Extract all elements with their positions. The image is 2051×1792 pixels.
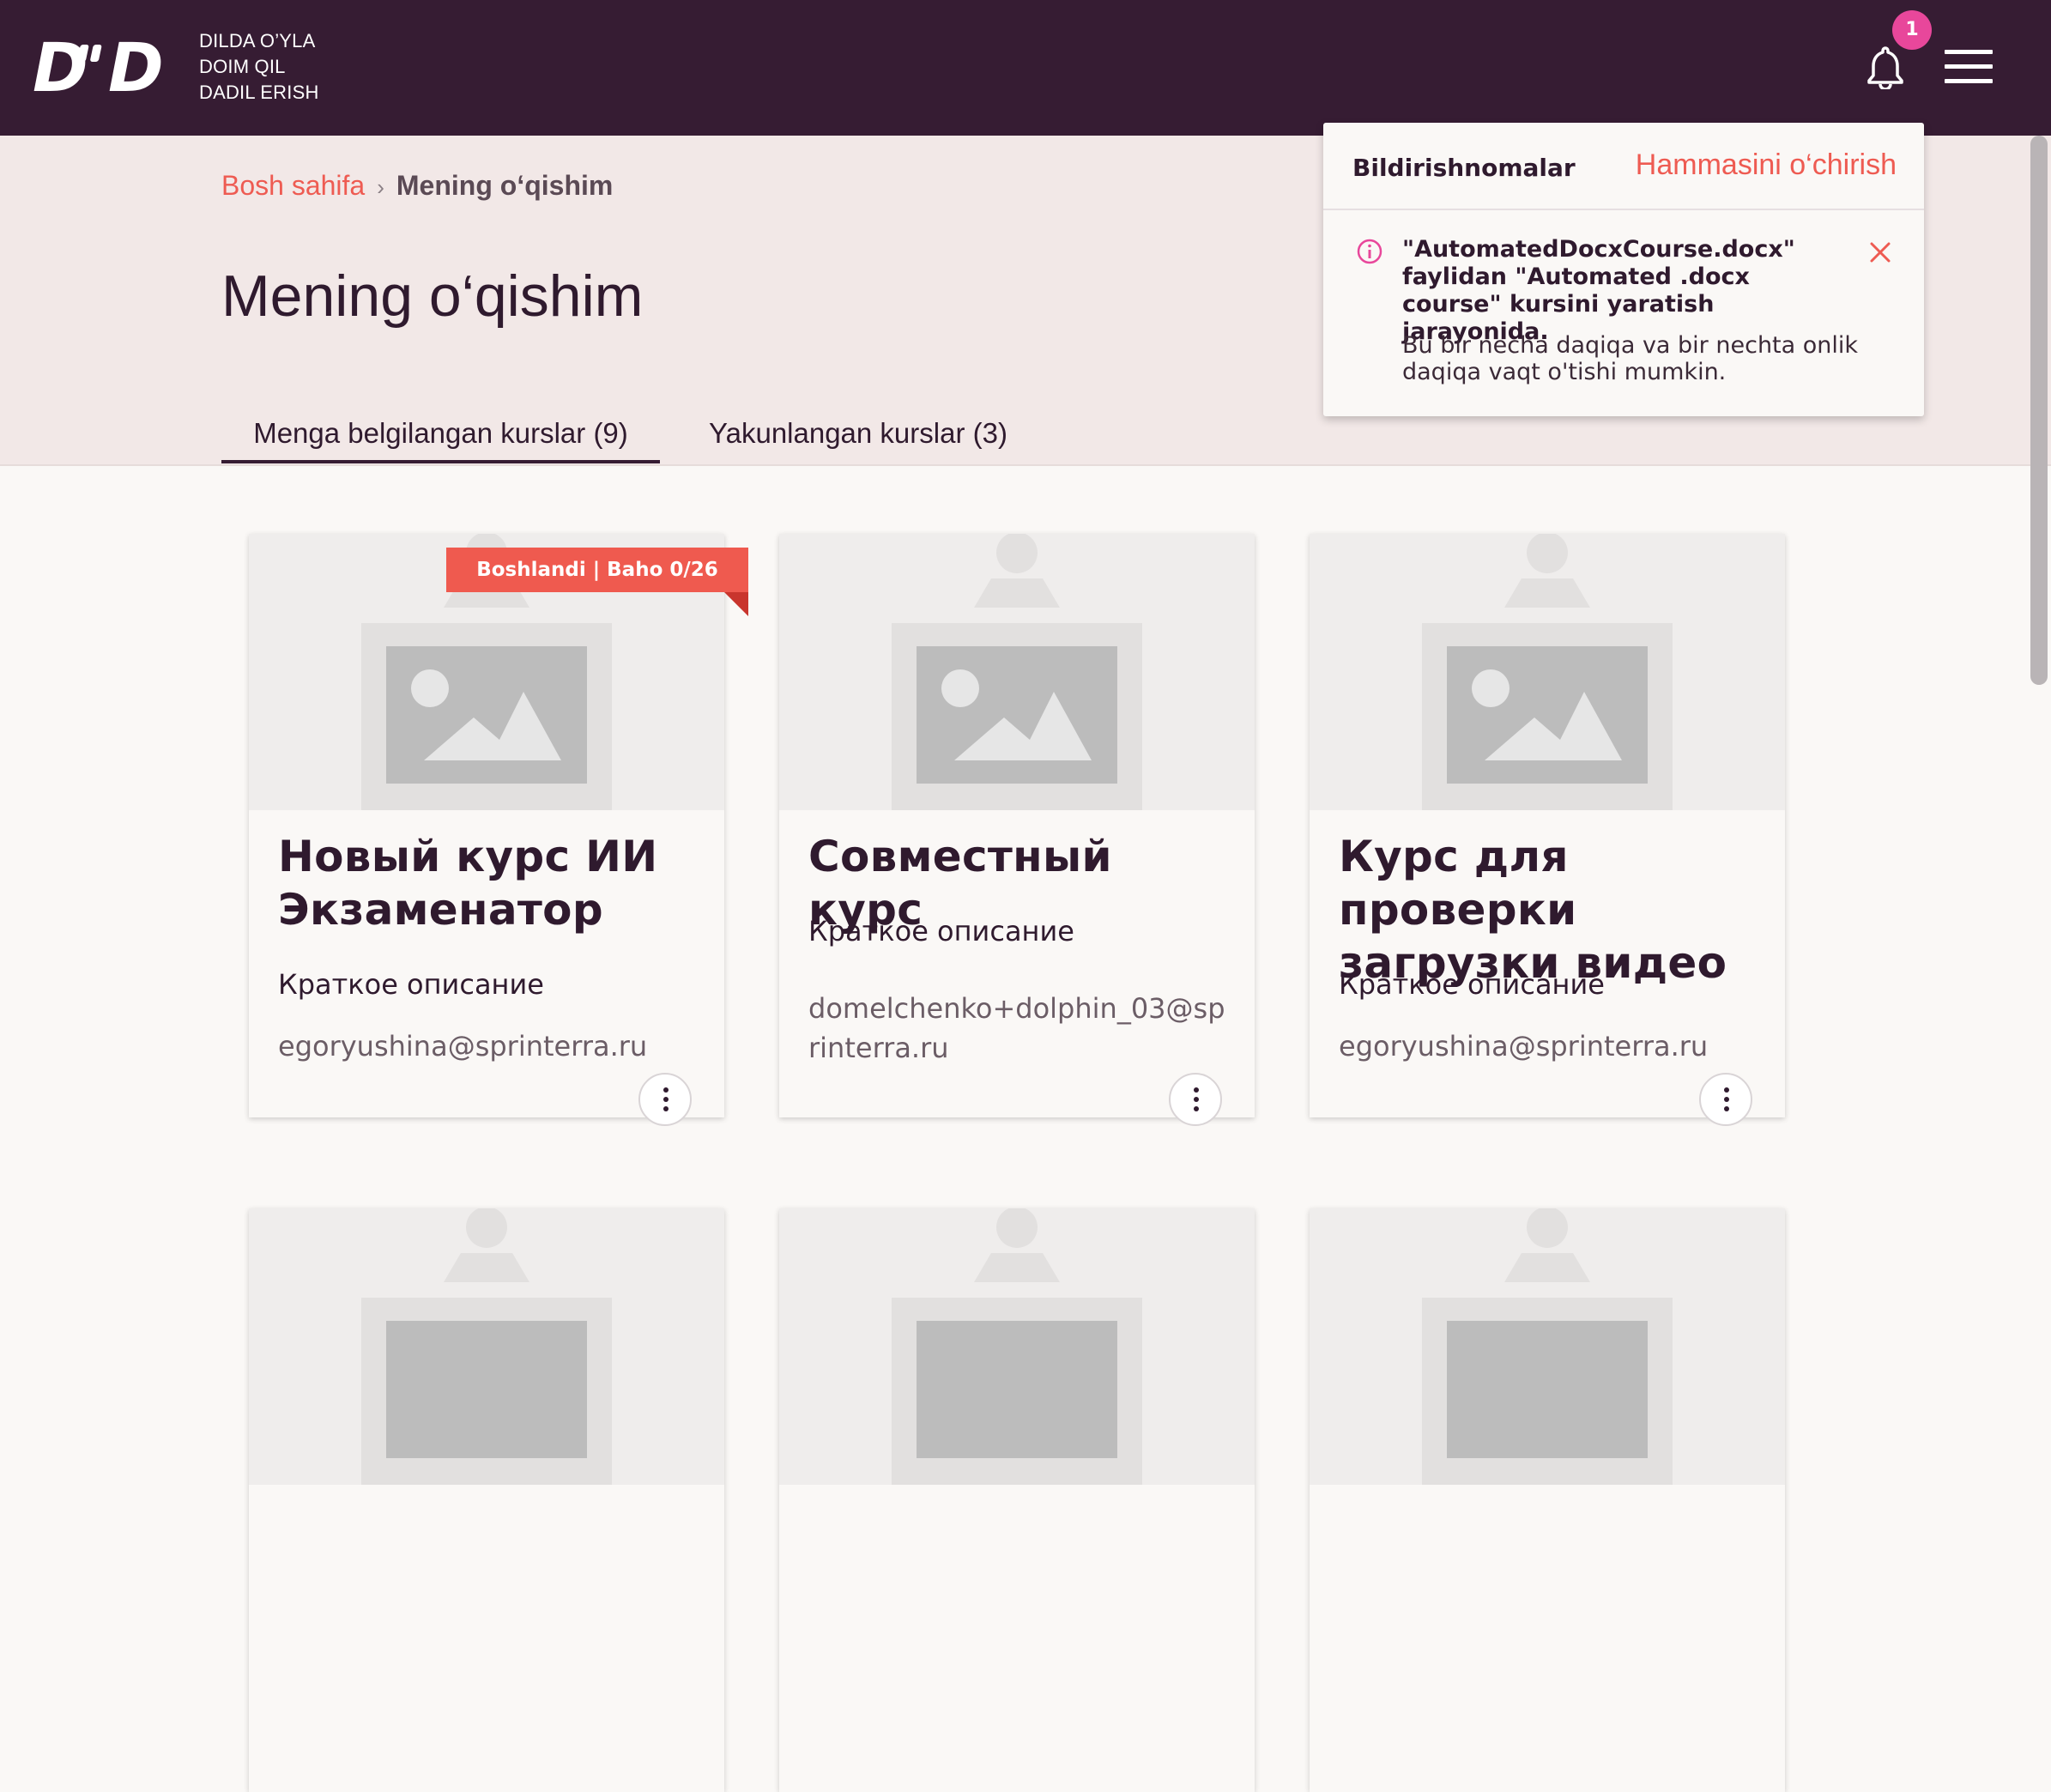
- course-more-options-button[interactable]: [638, 1073, 692, 1126]
- breadcrumb-home-link[interactable]: Bosh sahifa: [221, 170, 365, 201]
- course-status-badge: Boshlandi | Baho 0/26: [446, 548, 748, 592]
- logo-tagline: DILDA O’YLA DOIM QIL DADIL ERISH: [199, 28, 319, 106]
- course-card[interactable]: Совместный курс Краткое описание domelch…: [779, 534, 1255, 1126]
- dot: [663, 1097, 669, 1102]
- breadcrumb-separator-icon: ›: [377, 174, 384, 200]
- notification-count-badge: 1: [1892, 10, 1932, 50]
- course-card[interactable]: [249, 1208, 724, 1792]
- notification-message: "AutomatedDocxCourse.docx" faylidan "Aut…: [1402, 236, 1795, 345]
- notifications-header: Bildirishnomalar Hammasini o‘chirish: [1323, 123, 1924, 210]
- page-title: Mening o‘qishim: [221, 263, 644, 329]
- course-author: egoryushina@sprinterra.ru: [278, 1030, 648, 1062]
- clear-all-notifications-link[interactable]: Hammasini o‘chirish: [1636, 148, 1897, 182]
- course-image-placeholder: [779, 534, 1255, 810]
- course-title: Новый курс ИИ Экзаменатор: [278, 832, 658, 935]
- top-bar: D D DILDA O’YLA DOIM QIL DADIL ERISH 1: [0, 0, 2051, 136]
- course-image-placeholder: [1310, 534, 1785, 810]
- course-image-placeholder: [249, 1208, 724, 1485]
- svg-text:D: D: [33, 36, 86, 98]
- ribbon-fold: [724, 592, 748, 616]
- logo[interactable]: D D: [33, 36, 174, 98]
- course-author: domelchenko+dolphin_03@sprinterra.ru: [808, 992, 1225, 1064]
- course-title: Курс для проверки загрузки видео: [1339, 832, 1727, 988]
- course-image-placeholder: [1310, 1208, 1785, 1485]
- bell-icon[interactable]: [1866, 45, 1905, 89]
- course-card[interactable]: Курс для проверки загрузки видео Краткое…: [1310, 534, 1785, 1126]
- dot: [1724, 1087, 1729, 1093]
- course-card[interactable]: Новый курс ИИ Экзаменатор Краткое описан…: [249, 534, 724, 1126]
- svg-text:D: D: [108, 36, 164, 98]
- hamburger-menu-icon[interactable]: [1945, 50, 1993, 86]
- course-author: egoryushina@sprinterra.ru: [1339, 1030, 1709, 1062]
- course-more-options-button[interactable]: [1169, 1073, 1222, 1126]
- notification-detail: Bu bir necha daqiqa va bir nechta onlik …: [1402, 332, 1859, 385]
- image-placeholder-icon: [361, 1208, 612, 1485]
- tagline-line-3: DADIL ERISH: [199, 82, 319, 103]
- course-card[interactable]: [1310, 1208, 1785, 1792]
- course-more-options-button[interactable]: [1699, 1073, 1752, 1126]
- menu-line: [1945, 50, 1993, 54]
- notifications-title: Bildirishnomalar: [1352, 154, 1576, 182]
- dot: [663, 1087, 669, 1093]
- breadcrumb: Bosh sahifa › Mening o‘qishim: [221, 170, 613, 202]
- info-icon: [1357, 239, 1382, 264]
- course-card[interactable]: [779, 1208, 1255, 1792]
- image-placeholder-icon: [892, 1208, 1142, 1485]
- image-placeholder-icon: [1422, 534, 1673, 810]
- dot: [1724, 1097, 1729, 1102]
- tagline-line-1: DILDA O’YLA: [199, 30, 316, 51]
- tagline-line-2: DOIM QIL: [199, 56, 286, 77]
- tab-completed-courses[interactable]: Yakunlangan kurslar (3): [690, 393, 1026, 463]
- course-description: Краткое описание: [1339, 968, 1605, 1001]
- image-placeholder-icon: [892, 534, 1142, 810]
- dot: [1194, 1106, 1199, 1111]
- image-placeholder-icon: [1422, 1208, 1673, 1485]
- dot: [1194, 1097, 1199, 1102]
- course-description: Краткое описание: [278, 968, 544, 1001]
- close-icon[interactable]: [1867, 239, 1893, 265]
- course-image-placeholder: [779, 1208, 1255, 1485]
- course-description: Краткое описание: [808, 915, 1074, 947]
- dot: [1194, 1087, 1199, 1093]
- dot: [1724, 1106, 1729, 1111]
- menu-line: [1945, 79, 1993, 83]
- notifications-dropdown: Bildirishnomalar Hammasini o‘chirish "Au…: [1323, 123, 1924, 416]
- menu-line: [1945, 64, 1993, 69]
- page-scrollbar[interactable]: [2030, 136, 2048, 685]
- dot: [663, 1106, 669, 1111]
- breadcrumb-current: Mening o‘qishim: [396, 170, 614, 201]
- tab-assigned-courses[interactable]: Menga belgilangan kurslar (9): [221, 393, 660, 463]
